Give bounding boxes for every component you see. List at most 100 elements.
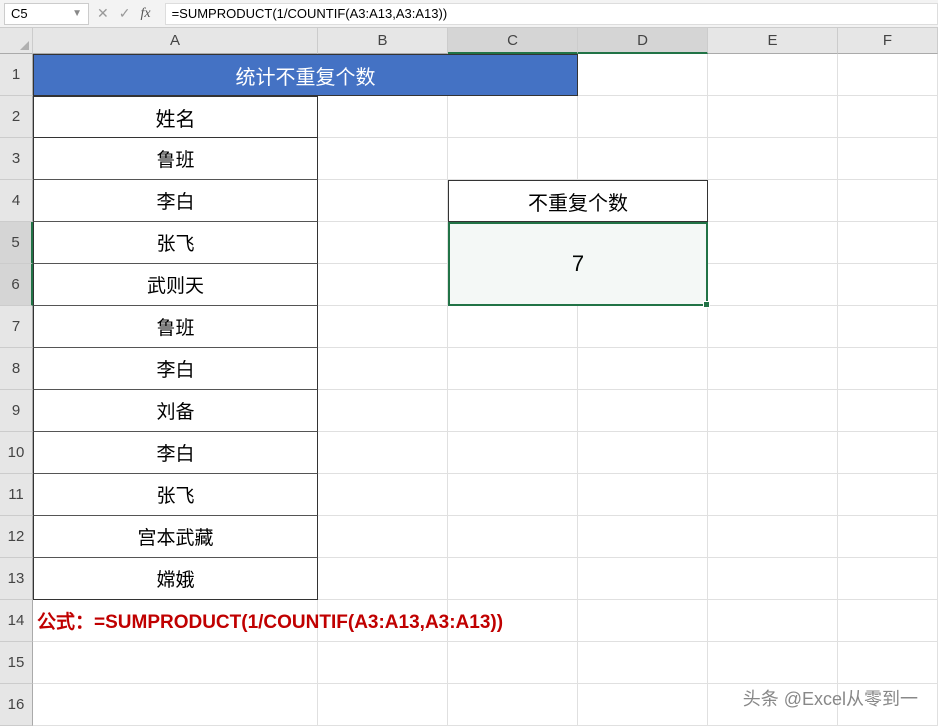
cell-c16[interactable]: [448, 684, 578, 726]
row-header-12[interactable]: 12: [0, 516, 33, 558]
cell-b2[interactable]: [318, 96, 448, 138]
confirm-icon[interactable]: ✓: [119, 5, 131, 22]
row-header-5[interactable]: 5: [0, 222, 33, 264]
col-header-e[interactable]: E: [708, 28, 838, 54]
cell-c8[interactable]: [448, 348, 578, 390]
cell-d1[interactable]: [578, 54, 708, 96]
row-header-8[interactable]: 8: [0, 348, 33, 390]
cell-b7[interactable]: [318, 306, 448, 348]
cell-e6[interactable]: [708, 264, 838, 306]
cell-e11[interactable]: [708, 474, 838, 516]
cell-d16[interactable]: [578, 684, 708, 726]
col-a-header-cell[interactable]: 姓名: [33, 96, 318, 138]
cell-b6[interactable]: [318, 264, 448, 306]
row-header-11[interactable]: 11: [0, 474, 33, 516]
cell-e15[interactable]: [708, 642, 838, 684]
row-header-13[interactable]: 13: [0, 558, 33, 600]
row-header-2[interactable]: 2: [0, 96, 33, 138]
row-header-15[interactable]: 15: [0, 642, 33, 684]
cell-c7[interactable]: [448, 306, 578, 348]
row-header-16[interactable]: 16: [0, 684, 33, 726]
cell-b4[interactable]: [318, 180, 448, 222]
formula-display-cell[interactable]: 公式：=SUMPRODUCT(1/COUNTIF(A3:A13,A3:A13)): [33, 600, 318, 642]
cell-b11[interactable]: [318, 474, 448, 516]
cell-c3[interactable]: [448, 138, 578, 180]
cell-d15[interactable]: [578, 642, 708, 684]
cell-e13[interactable]: [708, 558, 838, 600]
cell-c13[interactable]: [448, 558, 578, 600]
cell-b8[interactable]: [318, 348, 448, 390]
cell-d10[interactable]: [578, 432, 708, 474]
data-cell-a12[interactable]: 宫本武藏: [33, 516, 318, 558]
cell-a15[interactable]: [33, 642, 318, 684]
cell-b9[interactable]: [318, 390, 448, 432]
data-cell-a3[interactable]: 鲁班: [33, 138, 318, 180]
row-header-10[interactable]: 10: [0, 432, 33, 474]
cell-f15[interactable]: [838, 642, 938, 684]
cell-e1[interactable]: [708, 54, 838, 96]
cell-c15[interactable]: [448, 642, 578, 684]
row-header-6[interactable]: 6: [0, 264, 33, 306]
cancel-icon[interactable]: ✕: [97, 5, 109, 22]
cell-e3[interactable]: [708, 138, 838, 180]
cell-f12[interactable]: [838, 516, 938, 558]
cell-e10[interactable]: [708, 432, 838, 474]
cell-b3[interactable]: [318, 138, 448, 180]
cell-f11[interactable]: [838, 474, 938, 516]
fx-icon[interactable]: fx: [140, 6, 150, 22]
data-cell-a8[interactable]: 李白: [33, 348, 318, 390]
cell-f9[interactable]: [838, 390, 938, 432]
formula-input[interactable]: =SUMPRODUCT(1/COUNTIF(A3:A13,A3:A13)): [165, 3, 938, 25]
data-cell-a11[interactable]: 张飞: [33, 474, 318, 516]
row-header-3[interactable]: 3: [0, 138, 33, 180]
data-cell-a7[interactable]: 鲁班: [33, 306, 318, 348]
cell-c9[interactable]: [448, 390, 578, 432]
data-cell-a10[interactable]: 李白: [33, 432, 318, 474]
title-cell[interactable]: 统计不重复个数: [33, 54, 578, 96]
name-box-dropdown-icon[interactable]: ▼: [72, 8, 82, 19]
row-header-7[interactable]: 7: [0, 306, 33, 348]
cell-d11[interactable]: [578, 474, 708, 516]
cell-f7[interactable]: [838, 306, 938, 348]
col-header-d[interactable]: D: [578, 28, 708, 54]
col-header-a[interactable]: A: [33, 28, 318, 54]
cell-e12[interactable]: [708, 516, 838, 558]
cell-e7[interactable]: [708, 306, 838, 348]
cell-f2[interactable]: [838, 96, 938, 138]
select-all-corner[interactable]: [0, 28, 33, 54]
cell-d2[interactable]: [578, 96, 708, 138]
cell-f10[interactable]: [838, 432, 938, 474]
cell-e5[interactable]: [708, 222, 838, 264]
cell-e14[interactable]: [708, 600, 838, 642]
data-cell-a13[interactable]: 嫦娥: [33, 558, 318, 600]
col-header-b[interactable]: B: [318, 28, 448, 54]
cell-f13[interactable]: [838, 558, 938, 600]
cell-f5[interactable]: [838, 222, 938, 264]
cell-f8[interactable]: [838, 348, 938, 390]
cell-c10[interactable]: [448, 432, 578, 474]
cell-b16[interactable]: [318, 684, 448, 726]
cell-c12[interactable]: [448, 516, 578, 558]
cell-b13[interactable]: [318, 558, 448, 600]
row-header-9[interactable]: 9: [0, 390, 33, 432]
cell-e4[interactable]: [708, 180, 838, 222]
cell-d8[interactable]: [578, 348, 708, 390]
name-box[interactable]: C5 ▼: [4, 3, 89, 25]
data-cell-a9[interactable]: 刘备: [33, 390, 318, 432]
cell-f6[interactable]: [838, 264, 938, 306]
cell-f1[interactable]: [838, 54, 938, 96]
data-cell-a6[interactable]: 武则天: [33, 264, 318, 306]
cell-d13[interactable]: [578, 558, 708, 600]
data-cell-a4[interactable]: 李白: [33, 180, 318, 222]
result-value-cell[interactable]: 7: [448, 222, 708, 306]
cell-e2[interactable]: [708, 96, 838, 138]
cell-d7[interactable]: [578, 306, 708, 348]
cell-d12[interactable]: [578, 516, 708, 558]
row-header-1[interactable]: 1: [0, 54, 33, 96]
result-header-cell[interactable]: 不重复个数: [448, 180, 708, 222]
cell-e8[interactable]: [708, 348, 838, 390]
cell-c2[interactable]: [448, 96, 578, 138]
cell-c11[interactable]: [448, 474, 578, 516]
cell-f4[interactable]: [838, 180, 938, 222]
cells-area[interactable]: 统计不重复个数 姓名 鲁班 李白 不重复个数 张飞 武则天 7: [33, 54, 938, 726]
